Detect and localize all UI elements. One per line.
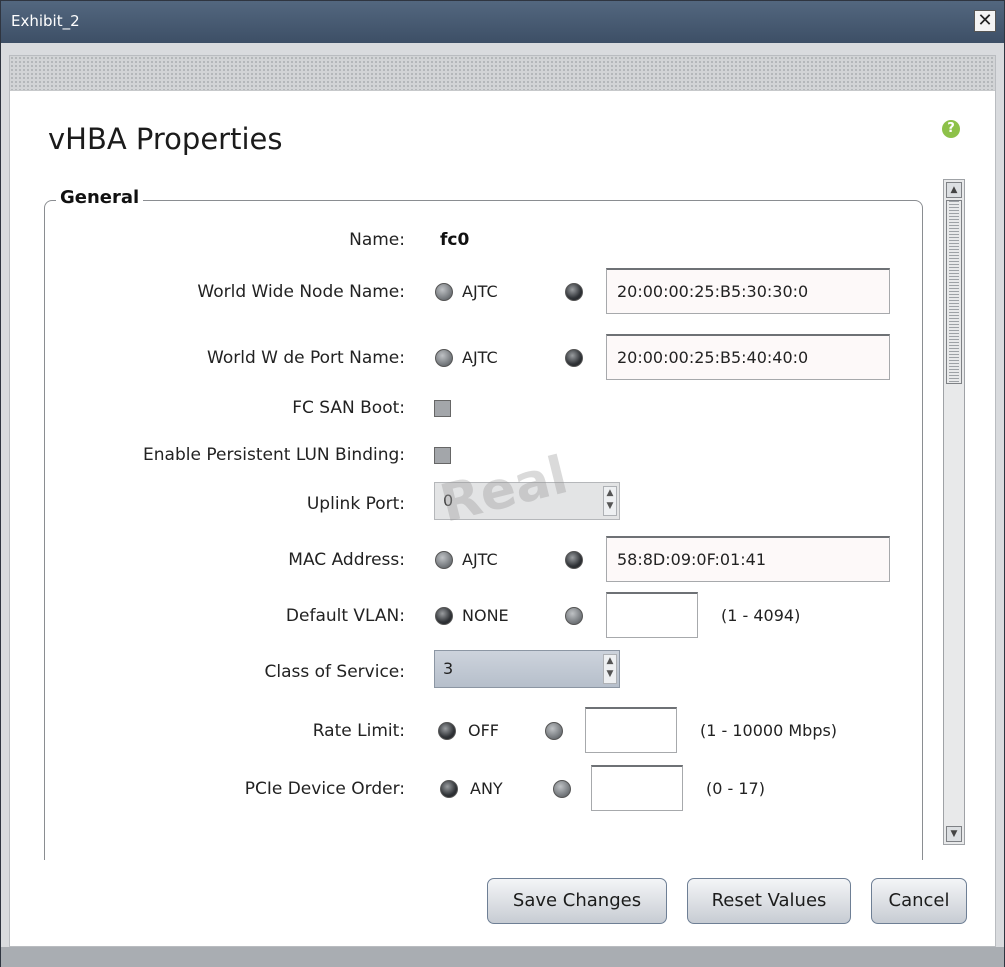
persistent-lun-checkbox[interactable] <box>434 447 451 464</box>
mac-address-label: MAC Address: <box>288 550 405 570</box>
row-mac-address: MAC Address: AJTC 58:8D:09:0F:01:41 <box>10 536 990 582</box>
title-bar[interactable]: Exhibit_2 ✕ <box>1 1 1004 43</box>
save-changes-button[interactable]: Save Changes <box>487 878 667 924</box>
row-class-of-service: Class of Service: 3 ▲ ▼ <box>10 650 990 692</box>
rate-limit-manual-radio[interactable] <box>545 722 563 740</box>
wwnn-input[interactable]: 20:00:00:25:B5:30:30:0 <box>606 268 890 314</box>
spinner-arrows-icon[interactable]: ▲ ▼ <box>603 654 617 684</box>
wwpn-auto-label: AJTC <box>462 348 498 367</box>
class-of-service-label: Class of Service: <box>264 662 405 682</box>
vlan-none-label: NONE <box>462 606 509 625</box>
scroll-up-button[interactable]: ▲ <box>946 182 962 198</box>
class-of-service-value: 3 <box>443 659 454 678</box>
pcie-manual-radio[interactable] <box>553 780 571 798</box>
row-fc-san-boot: FC SAN Boot: <box>10 388 990 428</box>
uplink-port-label: Uplink Port: <box>306 494 405 514</box>
wwpn-auto-radio[interactable] <box>435 349 453 367</box>
vlan-none-radio[interactable] <box>435 607 453 625</box>
pcie-order-input[interactable] <box>591 765 683 811</box>
default-vlan-label: Default VLAN: <box>285 606 405 626</box>
rate-limit-range-hint: (1 - 10000 Mbps) <box>700 721 838 740</box>
row-rate-limit: Rate Limit: OFF (1 - 10000 Mbps) <box>10 707 990 753</box>
help-icon[interactable]: ? <box>942 120 960 138</box>
row-pcie-device-order: PCIe Device Order: ANY (0 - 17) <box>10 765 990 811</box>
vhba-properties-panel: vHBA Properties ? General ▲ ▼ Name: fc0 … <box>9 55 996 947</box>
window-title: Exhibit_2 <box>11 12 80 30</box>
vlan-input[interactable] <box>606 592 698 638</box>
persistent-lun-label: Enable Persistent LUN Binding: <box>143 445 405 465</box>
pcie-device-order-label: PCIe Device Order: <box>244 779 405 799</box>
name-value: fc0 <box>440 230 470 250</box>
fc-san-boot-label: FC SAN Boot: <box>292 398 405 418</box>
vlan-range-hint: (1 - 4094) <box>721 606 801 625</box>
mac-auto-radio[interactable] <box>435 551 453 569</box>
dialog-window: Exhibit_2 ✕ vHBA Properties ? General ▲ … <box>0 0 1005 967</box>
panel-drag-handle[interactable] <box>10 56 995 91</box>
close-icon: ✕ <box>977 10 993 31</box>
window-bottom-bar <box>1 947 1004 967</box>
scroll-down-button[interactable]: ▼ <box>946 826 962 842</box>
wwnn-auto-radio[interactable] <box>435 283 453 301</box>
wwnn-auto-label: AJTC <box>462 282 498 301</box>
name-label: Name: <box>349 230 405 250</box>
reset-values-button[interactable]: Reset Values <box>687 878 851 924</box>
pcie-any-label: ANY <box>470 779 503 798</box>
cancel-button[interactable]: Cancel <box>871 878 967 924</box>
vlan-manual-radio[interactable] <box>565 607 583 625</box>
page-title: vHBA Properties <box>48 122 283 156</box>
rate-limit-off-label: OFF <box>468 721 499 740</box>
wwpn-manual-radio[interactable] <box>565 349 583 367</box>
spinner-arrows-icon[interactable]: ▲ ▼ <box>603 486 617 516</box>
wwnn-manual-radio[interactable] <box>565 283 583 301</box>
rate-limit-label: Rate Limit: <box>312 721 405 741</box>
mac-manual-radio[interactable] <box>565 551 583 569</box>
row-wwnn: World Wide Node Name: AJTC 20:00:00:25:B… <box>10 268 990 314</box>
row-default-vlan: Default VLAN: NONE (1 - 4094) <box>10 592 990 638</box>
row-name: Name: fc0 <box>10 220 990 260</box>
mac-address-input[interactable]: 58:8D:09:0F:01:41 <box>606 536 890 582</box>
rate-limit-off-radio[interactable] <box>438 722 456 740</box>
pcie-any-radio[interactable] <box>440 780 458 798</box>
arrow-up-icon: ▲ <box>950 185 958 195</box>
rate-limit-input[interactable] <box>585 707 677 753</box>
row-wwpn: World W de Port Name: AJTC 20:00:00:25:B… <box>10 334 990 380</box>
mac-auto-label: AJTC <box>462 550 498 569</box>
fc-san-boot-checkbox[interactable] <box>434 400 451 417</box>
arrow-down-icon: ▼ <box>950 829 958 839</box>
wwnn-label: World Wide Node Name: <box>197 282 405 302</box>
wwpn-label: World W de Port Name: <box>207 348 405 368</box>
wwpn-input[interactable]: 20:00:00:25:B5:40:40:0 <box>606 334 890 380</box>
general-group-label: General <box>56 187 144 208</box>
class-of-service-spinner[interactable]: 3 ▲ ▼ <box>434 650 620 688</box>
close-button[interactable]: ✕ <box>974 10 996 32</box>
pcie-order-range-hint: (0 - 17) <box>706 779 765 798</box>
